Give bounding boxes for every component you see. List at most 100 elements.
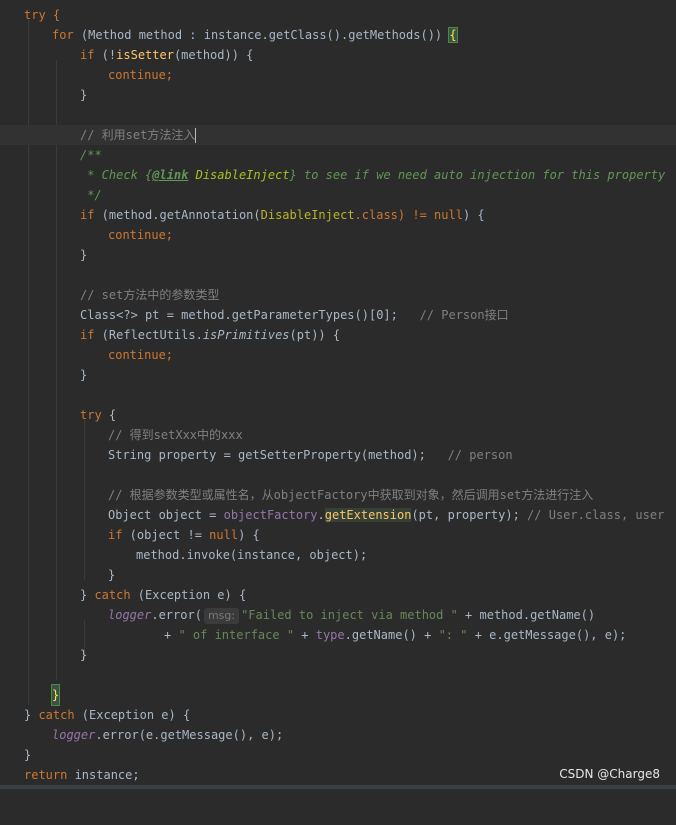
code-token: } — [80, 588, 95, 602]
keyword-token: if — [108, 528, 123, 542]
keyword-token: return — [24, 768, 68, 782]
code-line[interactable]: continue; — [0, 345, 676, 365]
code-line[interactable]: } — [0, 85, 676, 105]
code-token: ) { — [238, 528, 260, 542]
comment-token: // 利用set方法注入 — [80, 125, 197, 145]
comment-token: // set方法中的参数类型 — [80, 288, 220, 302]
code-token: .error( — [151, 608, 202, 622]
keyword-token: catch — [94, 588, 131, 602]
code-line[interactable]: Object object = objectFactory.getExtensi… — [0, 505, 676, 525]
horizontal-scrollbar[interactable] — [0, 785, 676, 789]
code-token: Object object = objectFactory.getExtensi… — [108, 505, 664, 525]
static-method-token: isPrimitives — [202, 328, 290, 342]
code-line[interactable]: try { — [0, 5, 676, 25]
highlighted-method-token[interactable]: getExtension — [324, 508, 412, 522]
code-token: . — [317, 508, 325, 522]
code-token: logger.error(e.getMessage(), e); — [52, 725, 283, 745]
matched-brace: } — [50, 684, 61, 706]
code-editor[interactable]: try { for (Method method : instance.getC… — [0, 0, 676, 789]
code-token: .getName() + — [344, 628, 439, 642]
keyword-token: catch — [38, 708, 75, 722]
code-line[interactable]: + " of interface " + type.getName() + ":… — [0, 625, 676, 645]
code-line[interactable]: logger.error(msg: "Failed to inject via m… — [0, 605, 676, 625]
code-token: } — [80, 368, 88, 382]
code-line[interactable]: if (object != null) { — [0, 525, 676, 545]
code-line[interactable]: for (Method method : instance.getClass()… — [0, 25, 676, 45]
code-line[interactable]: if (ReflectUtils.isPrimitives(pt)) { — [0, 325, 676, 345]
code-token: + — [294, 628, 316, 642]
code-token: (ReflectUtils. — [94, 328, 203, 342]
code-line[interactable]: // set方法中的参数类型 — [0, 285, 676, 305]
code-line[interactable]: } — [0, 565, 676, 585]
code-token: } — [80, 648, 88, 662]
code-token: try { — [80, 405, 116, 425]
code-line[interactable]: continue; — [0, 65, 676, 85]
keyword-token: continue; — [108, 348, 174, 362]
javadoc-tag: @link — [152, 168, 189, 182]
static-field-token: logger — [108, 608, 152, 622]
string-token: " of interface " — [178, 628, 295, 642]
string-token: "Failed to inject via method " — [241, 608, 458, 622]
code-line[interactable]: try { — [0, 405, 676, 425]
code-token: (Exception e) { — [74, 708, 191, 722]
code-line[interactable]: method.invoke(instance, object); — [0, 545, 676, 565]
javadoc-reference[interactable]: DisableInject — [188, 168, 290, 182]
code-line[interactable]: /** — [0, 145, 676, 165]
code-line[interactable]: Class<?> pt = method.getParameterTypes()… — [0, 305, 676, 325]
code-token: (pt)) { — [289, 328, 341, 342]
comment-token: // person — [425, 448, 513, 462]
code-token: return instance; — [24, 765, 140, 785]
javadoc-token: * Check {@link DisableInject} to see if … — [80, 165, 665, 185]
code-token: String property = getSetterProperty(meth… — [108, 445, 513, 465]
code-token: (object != — [122, 528, 210, 542]
code-line[interactable]: * Check {@link DisableInject} to see if … — [0, 165, 676, 185]
comment-token: // User.class, user — [527, 508, 665, 522]
watermark: CSDN @Charge8 — [559, 767, 660, 781]
code-token: .error(e.getMessage(), e); — [95, 728, 284, 742]
text-caret — [195, 128, 197, 143]
code-token: + — [164, 628, 179, 642]
code-token: (Method method : instance.getClass().get… — [73, 28, 450, 42]
keyword-token: null — [434, 208, 463, 222]
code-token: if (object != null) { — [108, 525, 260, 545]
code-line[interactable]: } — [0, 245, 676, 265]
code-line[interactable]: if (method.getAnnotation(DisableInject.c… — [0, 205, 676, 225]
code-line[interactable]: // 得到setXxx中的xxx — [0, 425, 676, 445]
code-token: Object object = — [108, 508, 224, 522]
keyword-token: if — [80, 328, 95, 342]
code-line[interactable]: } — [0, 745, 676, 765]
method-token: isSetter — [116, 48, 174, 62]
keyword-token: if — [80, 48, 95, 62]
current-code-line[interactable]: // 利用set方法注入 — [0, 125, 676, 145]
keyword-token: null — [209, 528, 239, 542]
code-line[interactable]: String property = getSetterProperty(meth… — [0, 445, 676, 465]
parameter-hint: msg: — [203, 608, 240, 624]
string-token: ": " — [438, 628, 468, 642]
code-token: Class<?> pt = method.getParameterTypes()… — [80, 308, 398, 322]
code-token: } — [24, 748, 32, 762]
code-token: } — [80, 88, 88, 102]
code-token: (! — [94, 48, 117, 62]
code-token: } — [108, 568, 116, 582]
code-line[interactable]: } — [0, 645, 676, 665]
code-line[interactable]: } catch (Exception e) { — [0, 705, 676, 725]
keyword-token: if — [80, 208, 95, 222]
code-token: instance; — [67, 768, 140, 782]
code-line[interactable]: continue; — [0, 225, 676, 245]
code-line[interactable]: } — [0, 365, 676, 385]
code-line[interactable]: // 根据参数类型或属性名，从objectFactory中获取到对象，然后调用s… — [0, 485, 676, 505]
code-line[interactable]: */ — [0, 185, 676, 205]
code-line[interactable]: } — [0, 684, 676, 706]
code-token: } catch (Exception e) { — [80, 585, 246, 605]
code-line[interactable]: if (!isSetter(method)) { — [0, 45, 676, 65]
code-line[interactable]: } catch (Exception e) { — [0, 585, 676, 605]
code-line[interactable]: logger.error(e.getMessage(), e); — [0, 725, 676, 745]
code-token: (method.getAnnotation( — [94, 208, 261, 222]
javadoc-token: /** — [80, 148, 102, 162]
javadoc-token: */ — [80, 188, 102, 202]
code-token: ) { — [462, 208, 485, 222]
code-token: logger.error(msg: "Failed to inject via m… — [108, 605, 595, 625]
keyword-token: continue; — [108, 68, 174, 82]
annotation-class-token: DisableInject — [260, 208, 355, 222]
code-token: + e.getMessage(), e); — [467, 628, 627, 642]
